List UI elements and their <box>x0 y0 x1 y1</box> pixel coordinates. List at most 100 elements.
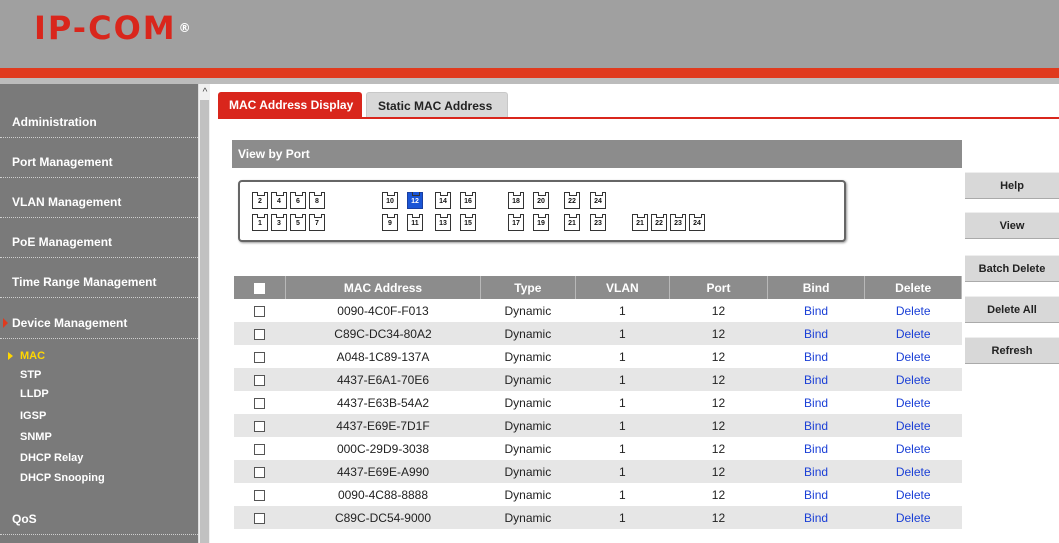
row-checkbox[interactable] <box>254 420 266 432</box>
col-header-mac: MAC Address <box>285 276 482 299</box>
port-8[interactable]: 8 <box>309 192 325 209</box>
cell-port: 12 <box>711 303 726 318</box>
row-checkbox[interactable] <box>254 351 266 363</box>
sidebar-item-time-range-management[interactable]: Time Range Management <box>0 260 198 298</box>
view-by-port-title: View by Port <box>232 140 962 168</box>
select-all-checkbox[interactable] <box>253 282 265 294</box>
port-5[interactable]: 5 <box>290 214 306 231</box>
port-9[interactable]: 9 <box>382 214 398 231</box>
row-checkbox[interactable] <box>254 305 266 317</box>
cell-port: 12 <box>711 441 726 456</box>
row-checkbox[interactable] <box>254 466 266 478</box>
delete-all-button[interactable]: Delete All <box>965 296 1059 323</box>
bind-link[interactable]: Bind <box>767 368 865 391</box>
cell-port: 12 <box>669 460 768 483</box>
cell-vlan: 1 <box>575 368 670 391</box>
sidebar-subitem-stp[interactable]: STP <box>20 367 41 383</box>
port-12[interactable]: 12 <box>407 192 423 209</box>
row-checkbox[interactable] <box>254 443 266 455</box>
bind-link[interactable]: Bind <box>767 506 865 529</box>
delete-link[interactable]: Delete <box>864 460 962 483</box>
port-15[interactable]: 15 <box>460 214 476 231</box>
delete-link[interactable]: Delete <box>865 437 962 460</box>
port-4[interactable]: 4 <box>271 192 287 209</box>
port-11[interactable]: 11 <box>407 214 423 231</box>
port-18[interactable]: 18 <box>508 192 524 209</box>
delete-link[interactable]: Delete <box>865 299 962 322</box>
cell-port: 12 <box>711 487 726 502</box>
sfp-port-24[interactable]: 24 <box>689 214 705 231</box>
cell-vlan: 1 <box>575 414 670 437</box>
bind-link[interactable]: Bind <box>767 391 865 414</box>
table-row: 4437-E69E-7D1F Dynamic 1 12 Bind Delete <box>234 414 962 437</box>
help-button[interactable]: Help <box>965 172 1059 199</box>
sidebar-item-administration[interactable]: Administration <box>0 100 198 138</box>
port-22[interactable]: 22 <box>564 192 580 209</box>
sidebar-item-port-management[interactable]: Port Management <box>0 140 198 178</box>
delete-link[interactable]: Delete <box>864 322 962 345</box>
bind-link[interactable]: Bind <box>767 322 865 345</box>
bind-link[interactable]: Bind <box>767 299 865 322</box>
sidebar-subitem-dhcp-relay[interactable]: DHCP Relay <box>20 450 83 466</box>
row-checkbox[interactable] <box>254 512 266 524</box>
chevron-up-icon[interactable]: ^ <box>200 88 210 98</box>
refresh-button[interactable]: Refresh <box>965 337 1059 364</box>
tab-static-mac-address[interactable]: Static MAC Address <box>366 92 508 118</box>
port-21[interactable]: 21 <box>564 214 580 231</box>
port-17[interactable]: 17 <box>508 214 524 231</box>
delete-link[interactable]: Delete <box>864 368 962 391</box>
row-checkbox[interactable] <box>254 397 266 409</box>
sfp-port-22[interactable]: 22 <box>651 214 667 231</box>
cell-mac: 0090-4C88-8888 <box>337 487 429 502</box>
sidebar-subitem-mac[interactable]: MAC <box>8 348 45 364</box>
delete-link[interactable]: Delete <box>865 345 962 368</box>
port-2[interactable]: 2 <box>252 192 268 209</box>
bind-link[interactable]: Bind <box>767 437 865 460</box>
sidebar-subitem-dhcp-snooping[interactable]: DHCP Snooping <box>20 470 105 486</box>
port-13[interactable]: 13 <box>435 214 451 231</box>
bind-link[interactable]: Bind <box>767 460 865 483</box>
port-14[interactable]: 14 <box>435 192 451 209</box>
sidebar-subitem-snmp[interactable]: SNMP <box>20 429 52 445</box>
row-checkbox[interactable] <box>254 374 266 386</box>
port-24[interactable]: 24 <box>590 192 606 209</box>
sidebar-subitem-lldp[interactable]: LLDP <box>20 386 49 402</box>
sfp-port-21[interactable]: 21 <box>632 214 648 231</box>
scrollbar-thumb[interactable] <box>200 100 209 543</box>
tab-mac-address-display[interactable]: MAC Address Display <box>218 92 362 118</box>
bind-link[interactable]: Bind <box>767 414 865 437</box>
delete-link[interactable]: Delete <box>865 483 962 506</box>
col-header-delete: Delete <box>864 276 962 299</box>
col-header-type: Type <box>480 276 576 299</box>
sidebar-item-vlan-management[interactable]: VLAN Management <box>0 180 198 218</box>
port-1[interactable]: 1 <box>252 214 268 231</box>
bind-link[interactable]: Bind <box>767 345 865 368</box>
sidebar-scrollbar[interactable]: ^ <box>198 84 210 543</box>
sidebar: Administration Port Management VLAN Mana… <box>0 84 198 543</box>
sidebar-item-device-management[interactable]: Device Management <box>0 301 198 339</box>
view-button[interactable]: View <box>965 212 1059 239</box>
port-23[interactable]: 23 <box>590 214 606 231</box>
sidebar-item-poe-management[interactable]: PoE Management <box>0 220 198 258</box>
bind-link[interactable]: Bind <box>767 483 865 506</box>
port-7[interactable]: 7 <box>309 214 325 231</box>
sfp-port-23[interactable]: 23 <box>670 214 686 231</box>
port-16[interactable]: 16 <box>460 192 476 209</box>
delete-link[interactable]: Delete <box>864 414 962 437</box>
sidebar-item-qos[interactable]: QoS <box>0 497 198 535</box>
tab-underline <box>218 117 1059 119</box>
delete-link[interactable]: Delete <box>865 391 962 414</box>
sidebar-subitem-igsp[interactable]: IGSP <box>20 408 46 424</box>
cell-vlan: 1 <box>619 303 626 318</box>
port-10[interactable]: 10 <box>382 192 398 209</box>
port-19[interactable]: 19 <box>533 214 549 231</box>
row-checkbox[interactable] <box>254 489 266 501</box>
port-6[interactable]: 6 <box>290 192 306 209</box>
row-checkbox[interactable] <box>254 328 266 340</box>
delete-link[interactable]: Delete <box>864 506 962 529</box>
port-3[interactable]: 3 <box>271 214 287 231</box>
cell-vlan: 1 <box>619 349 626 364</box>
batch-delete-button[interactable]: Batch Delete <box>965 255 1059 282</box>
port-20[interactable]: 20 <box>533 192 549 209</box>
col-header-vlan: VLAN <box>575 276 671 299</box>
